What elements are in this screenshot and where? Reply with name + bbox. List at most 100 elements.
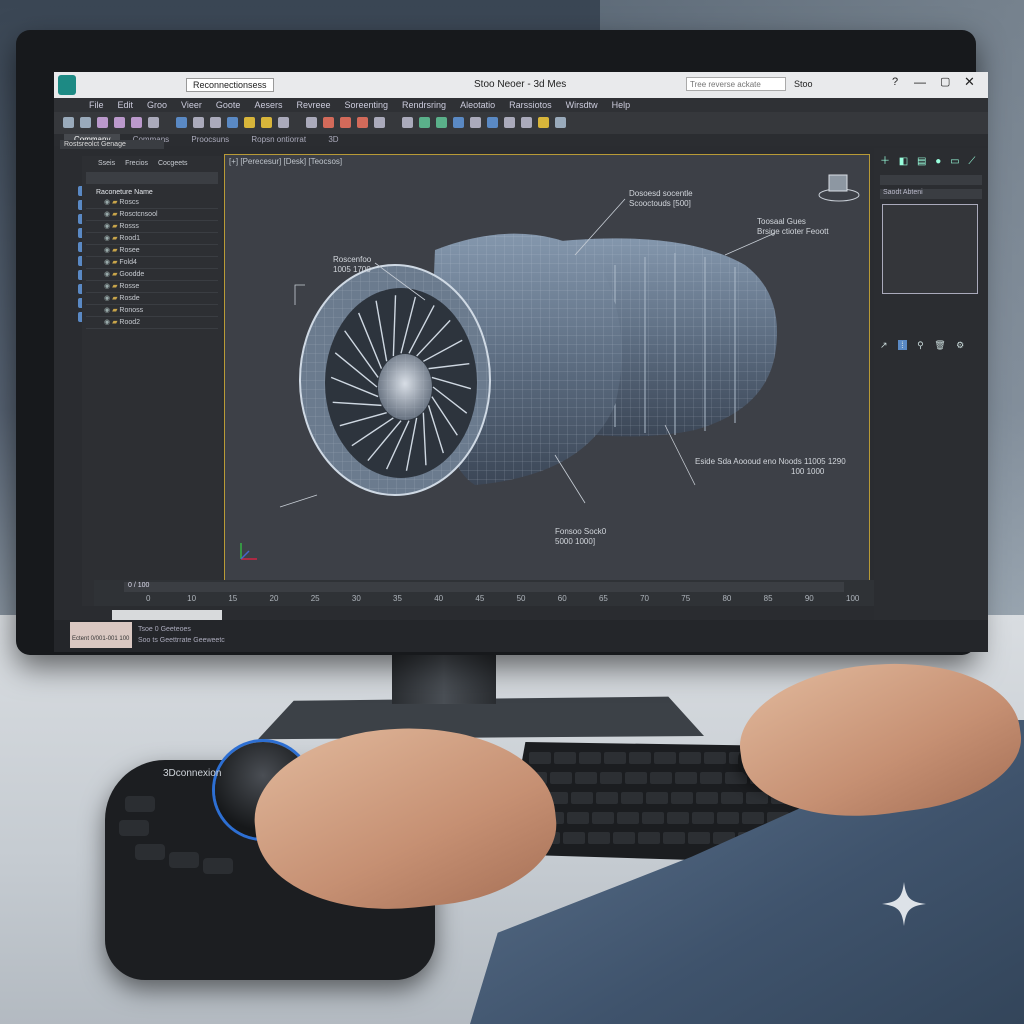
keyboard-key[interactable] — [592, 812, 614, 824]
unlink-icon[interactable] — [114, 117, 125, 128]
keyboard-key[interactable] — [579, 752, 601, 764]
layers-icon[interactable] — [453, 117, 464, 128]
ref-icon[interactable] — [278, 117, 289, 128]
keyboard-key[interactable] — [721, 792, 743, 804]
filter-icon[interactable] — [148, 117, 159, 128]
render-setup-icon[interactable] — [504, 117, 515, 128]
region-icon[interactable] — [193, 117, 204, 128]
keyboard-key[interactable] — [679, 752, 701, 764]
menu-item-6[interactable]: Revreee — [296, 98, 330, 112]
scene-tree-row[interactable]: ◉ ▰ Fold4 — [86, 257, 218, 269]
keyboard-key[interactable] — [588, 832, 610, 844]
create-tab-icon[interactable]: ＋ — [880, 156, 890, 167]
keyboard-key[interactable] — [629, 752, 651, 764]
device-button-4[interactable] — [169, 852, 199, 868]
visibility-eye-icon[interactable]: ◉ — [104, 307, 112, 314]
keyboard-key[interactable] — [596, 792, 618, 804]
scene-tree-row[interactable]: ◉ ▰ Goodde — [86, 269, 218, 281]
menu-item-7[interactable]: Soreenting — [344, 98, 388, 112]
visibility-eye-icon[interactable]: ◉ — [104, 211, 112, 218]
tab-proocsuns[interactable]: Proocsuns — [181, 134, 239, 146]
menu-item-8[interactable]: Rendrsring — [402, 98, 446, 112]
tab-ropsn[interactable]: Ropsn ontiorrat — [241, 134, 316, 146]
configure-icon[interactable]: ⚙ — [956, 340, 964, 350]
scene-tree-row[interactable]: ◉ ▰ Rosctcnsool — [86, 209, 218, 221]
scene-tree-row[interactable]: ◉ ▰ Rood2 — [86, 317, 218, 329]
perspective-viewport[interactable]: [+] [Perecesur] [Desk] [Teocsos] Roscenf… — [224, 154, 870, 582]
keyboard-key[interactable] — [742, 812, 764, 824]
keyboard-key[interactable] — [529, 752, 551, 764]
menu-item-3[interactable]: Vieer — [181, 98, 202, 112]
document-tab[interactable]: Reconnectionsess — [186, 78, 274, 92]
tab-3d[interactable]: 3D — [318, 134, 348, 146]
keyboard-key[interactable] — [554, 752, 576, 764]
keyboard-key[interactable] — [654, 752, 676, 764]
pivot-icon[interactable] — [306, 117, 317, 128]
menu-item-1[interactable]: Edit — [118, 98, 134, 112]
utilities-tab-icon[interactable]: ⟋ — [968, 156, 975, 167]
undo-icon[interactable] — [63, 117, 74, 128]
minimize-icon[interactable]: — — [914, 75, 926, 89]
align-icon[interactable] — [436, 117, 447, 128]
redo-icon[interactable] — [80, 117, 91, 128]
explorer-scrollbar[interactable] — [112, 610, 222, 620]
explorer-tab-cocgeets[interactable]: Cocgeets — [158, 160, 188, 167]
help-icon[interactable]: ? — [892, 76, 898, 88]
keyboard-key[interactable] — [567, 812, 589, 824]
select-icon[interactable] — [176, 117, 187, 128]
visibility-eye-icon[interactable]: ◉ — [104, 223, 112, 230]
keyboard-key[interactable] — [563, 832, 585, 844]
modify-tab-icon[interactable]: ◧ — [899, 156, 908, 167]
scale-icon[interactable] — [261, 117, 272, 128]
visibility-eye-icon[interactable]: ◉ — [104, 247, 112, 254]
unique-icon[interactable]: ⚲ — [917, 340, 924, 350]
menu-item-11[interactable]: Wirsdtw — [566, 98, 598, 112]
keyboard-key[interactable] — [650, 772, 672, 784]
scene-tree-row[interactable]: ◉ ▰ Rosee — [86, 245, 218, 257]
maximize-icon[interactable]: ▢ — [940, 75, 950, 88]
search-input[interactable] — [686, 77, 786, 91]
graph-icon[interactable] — [470, 117, 481, 128]
mirror-icon[interactable] — [419, 117, 430, 128]
device-button-5[interactable] — [203, 858, 233, 874]
object-type-dropdown[interactable]: Saodt Abteni — [880, 189, 982, 199]
material-icon[interactable] — [487, 117, 498, 128]
visibility-eye-icon[interactable]: ◉ — [104, 199, 112, 206]
render-icon[interactable] — [538, 117, 549, 128]
motion-tab-icon[interactable]: ● — [935, 156, 941, 167]
bind-icon[interactable] — [131, 117, 142, 128]
scene-tree-row[interactable]: ◉ ▰ Rosse — [86, 281, 218, 293]
menu-item-0[interactable]: File — [89, 98, 104, 112]
keyboard-key[interactable] — [638, 832, 660, 844]
visibility-eye-icon[interactable]: ◉ — [104, 319, 112, 326]
explorer-tab-sseis[interactable]: Sseis — [98, 160, 115, 167]
time-slider[interactable] — [124, 582, 844, 592]
keyboard-key[interactable] — [575, 772, 597, 784]
hierarchy-tab-icon[interactable]: ▤ — [917, 156, 926, 167]
device-button-3[interactable] — [135, 844, 165, 860]
named-sets-icon[interactable] — [402, 117, 413, 128]
menu-item-12[interactable]: Help — [612, 98, 631, 112]
angle-snap-icon[interactable] — [340, 117, 351, 128]
user-button[interactable]: Stoo — [794, 79, 813, 89]
keyboard-key[interactable] — [571, 792, 593, 804]
keyboard-key[interactable] — [692, 812, 714, 824]
keyboard-key[interactable] — [642, 812, 664, 824]
keyboard-key[interactable] — [704, 752, 726, 764]
teapot-icon[interactable] — [555, 117, 566, 128]
window-icon[interactable] — [210, 117, 221, 128]
rotate-icon[interactable] — [244, 117, 255, 128]
device-button-2[interactable] — [119, 820, 149, 836]
spinner-snap-icon[interactable] — [374, 117, 385, 128]
keyboard-key[interactable] — [621, 792, 643, 804]
menu-item-2[interactable]: Groo — [147, 98, 167, 112]
menu-item-5[interactable]: Aesers — [254, 98, 282, 112]
remove-modifier-icon[interactable]: 🗑 — [934, 340, 945, 350]
keyboard-key[interactable] — [625, 772, 647, 784]
keyboard-key[interactable] — [613, 832, 635, 844]
keyboard-key[interactable] — [646, 792, 668, 804]
keyboard-key[interactable] — [663, 832, 685, 844]
timeline[interactable]: 0 / 100 0 10 15 20 25 30 35 40 45 50 60 65 70 75 80 85 9… — [94, 580, 874, 606]
keyboard-key[interactable] — [550, 772, 572, 784]
close-icon[interactable]: ✕ — [964, 74, 975, 90]
